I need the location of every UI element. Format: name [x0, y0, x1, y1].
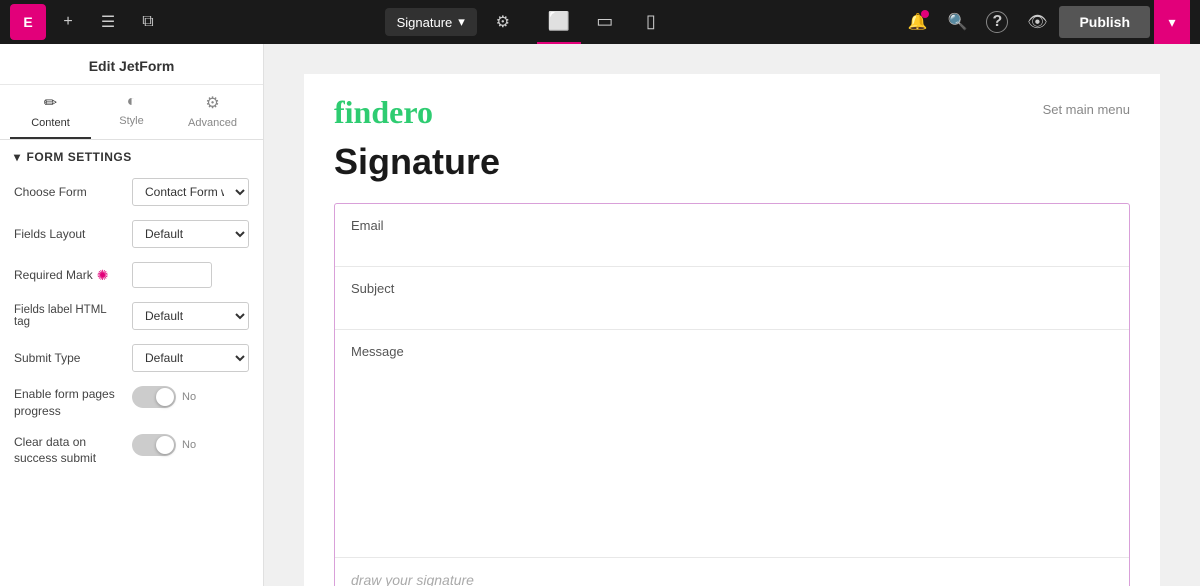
choose-form-label: Choose Form [14, 185, 124, 199]
choose-form-row: Choose Form Contact Form with [14, 178, 249, 206]
fields-layout-select[interactable]: Default [132, 220, 249, 248]
required-mark-label: Required Mark ✺ [14, 267, 124, 284]
publish-button[interactable]: Publish [1059, 6, 1150, 38]
fields-layout-control: Default [132, 220, 249, 248]
fields-label-tag-row: Fields label HTML tag Default [14, 302, 249, 330]
notifications-btn[interactable]: 🔔 [899, 4, 935, 40]
clear-data-row: Clear data on success submit No [14, 434, 249, 468]
elementor-logo-btn[interactable]: E [10, 4, 46, 40]
required-mark-row: Required Mark ✺ [14, 262, 249, 288]
content-tab-icon: ✏ [44, 93, 57, 113]
finder-btn[interactable]: ☰ [90, 4, 126, 40]
form-pages-label: Enable form pages progress [14, 386, 124, 420]
signature-placeholder: draw your signature [351, 572, 474, 586]
fields-label-tag-label: Fields label HTML tag [14, 304, 124, 328]
main-layout: Edit JetForm ✏ Content ◐ Style ⚙ Advance… [0, 44, 1200, 586]
eye-icon: 👁 [1027, 12, 1047, 32]
form-settings-section: ▾ Form Settings Choose Form Contact Form… [0, 140, 263, 491]
toggle-knob-clear [156, 436, 174, 454]
email-field: Email [335, 204, 1129, 267]
clear-data-toggle[interactable] [132, 434, 176, 456]
help-btn[interactable]: ? [979, 4, 1015, 40]
form-pages-toggle-label: No [182, 391, 196, 403]
page-settings-btn[interactable]: ⚙ [485, 4, 521, 40]
topbar-left: E + ☰ ⧉ [0, 4, 176, 40]
choose-form-select[interactable]: Contact Form with [132, 178, 249, 206]
page-title: Signature [334, 141, 1130, 183]
help-icon: ? [986, 11, 1008, 33]
fields-label-tag-select[interactable]: Default [132, 302, 249, 330]
choose-form-control: Contact Form with [132, 178, 249, 206]
canvas-area[interactable]: findero Set main menu Signature Email Su… [264, 44, 1200, 586]
topbar-expand-btn[interactable]: ▾ [1154, 0, 1190, 44]
view-mode-buttons: ⬜ ▭ ▯ [537, 0, 673, 44]
tab-content[interactable]: ✏ Content [10, 85, 91, 139]
style-tab-icon: ◐ [127, 93, 137, 111]
submit-type-label: Submit Type [14, 351, 124, 365]
email-input[interactable] [351, 237, 1113, 252]
add-element-btn[interactable]: + [50, 4, 86, 40]
submit-type-select[interactable]: Default [132, 344, 249, 372]
fields-label-tag-control: Default [132, 302, 249, 330]
site-logo: findero [334, 94, 433, 131]
fields-layout-row: Fields Layout Default [14, 220, 249, 248]
notification-badge [921, 10, 929, 18]
jet-form-container: Email Subject Message ⌟ draw your signat… [334, 203, 1130, 586]
tablet-icon: ▭ [596, 11, 613, 32]
clear-data-control: No [132, 434, 249, 456]
desktop-view-btn[interactable]: ⬜ [537, 0, 581, 44]
message-label: Message [351, 344, 1113, 359]
signature-field: draw your signature [335, 558, 1129, 586]
fields-layout-label: Fields Layout [14, 227, 124, 241]
clear-data-toggle-label: No [182, 439, 196, 451]
clear-data-label: Clear data on success submit [14, 434, 124, 468]
sidebar-collapse-handle[interactable]: ‹ [263, 299, 264, 331]
search-icon: 🔍 [947, 12, 967, 32]
mobile-icon: ▯ [646, 11, 656, 32]
submit-type-control: Default [132, 344, 249, 372]
layers-btn[interactable]: ⧉ [130, 4, 166, 40]
chevron-down-icon: ▾ [1168, 14, 1175, 31]
topbar: E + ☰ ⧉ Signature ▾ ⚙ ⬜ ▭ ▯ [0, 0, 1200, 44]
message-textarea[interactable] [351, 363, 1113, 543]
required-mark-control [132, 262, 249, 288]
subject-field: Subject [335, 267, 1129, 330]
chevron-down-icon: ▾ [458, 14, 465, 30]
asterisk-icon: ✺ [97, 267, 109, 284]
message-field: Message ⌟ [335, 330, 1129, 558]
advanced-tab-icon: ⚙ [205, 93, 219, 113]
form-pages-toggle[interactable] [132, 386, 176, 408]
signature-dropdown[interactable]: Signature ▾ [385, 8, 477, 36]
tablet-view-btn[interactable]: ▭ [583, 0, 627, 44]
section-title: ▾ Form Settings [14, 150, 249, 164]
toggle-knob [156, 388, 174, 406]
settings-icon: ⚙ [496, 12, 510, 32]
required-mark-input[interactable] [132, 262, 212, 288]
search-btn[interactable]: 🔍 [939, 4, 975, 40]
submit-type-row: Submit Type Default [14, 344, 249, 372]
form-pages-row: Enable form pages progress No [14, 386, 249, 420]
set-main-menu-link[interactable]: Set main menu [1043, 102, 1130, 117]
desktop-icon: ⬜ [548, 11, 570, 32]
topbar-center: Signature ▾ ⚙ ⬜ ▭ ▯ [176, 0, 889, 44]
subject-label: Subject [351, 281, 1113, 296]
preview-btn[interactable]: 👁 [1019, 4, 1055, 40]
page-content: findero Set main menu Signature Email Su… [304, 74, 1160, 586]
tab-style[interactable]: ◐ Style [91, 85, 172, 139]
email-label: Email [351, 218, 1113, 233]
collapse-icon: ▾ [14, 150, 21, 164]
subject-input[interactable] [351, 300, 1113, 315]
topbar-right: 🔔 🔍 ? 👁 Publish ▾ [889, 0, 1200, 44]
mobile-view-btn[interactable]: ▯ [629, 0, 673, 44]
sidebar-tabs: ✏ Content ◐ Style ⚙ Advanced [0, 85, 263, 140]
form-pages-control: No [132, 386, 249, 408]
tab-advanced[interactable]: ⚙ Advanced [172, 85, 253, 139]
sidebar: Edit JetForm ✏ Content ◐ Style ⚙ Advance… [0, 44, 264, 586]
sidebar-header: Edit JetForm [0, 44, 263, 85]
